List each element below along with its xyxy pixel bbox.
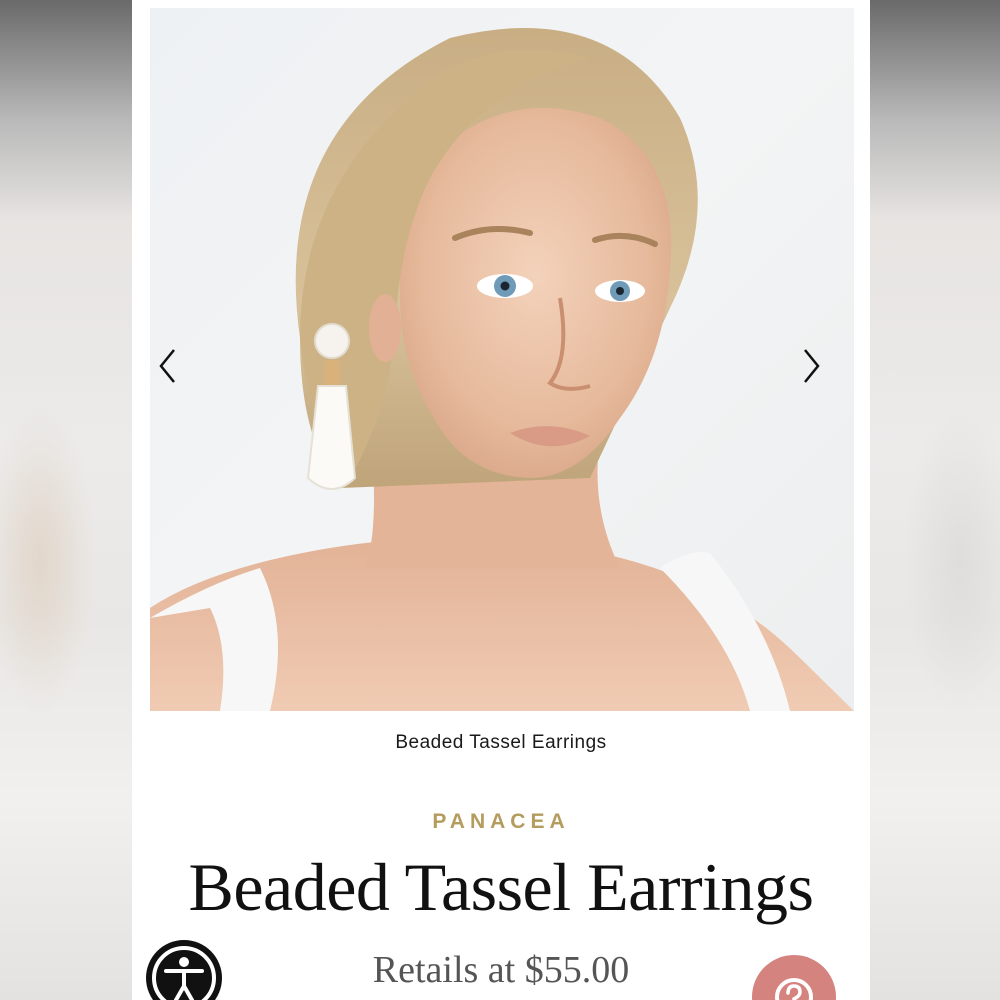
- product-page: Beaded Tassel Earrings PANACEA Beaded Ta…: [132, 0, 870, 1000]
- accessibility-icon: [152, 946, 216, 1000]
- chevron-right-icon: [804, 349, 820, 383]
- next-image-button[interactable]: [801, 348, 841, 388]
- product-photo[interactable]: [150, 8, 854, 711]
- help-chat-button[interactable]: [752, 955, 836, 1000]
- model-wearing-earrings-image: [150, 28, 854, 711]
- product-title: Beaded Tassel Earrings: [188, 849, 814, 925]
- accessibility-button[interactable]: [146, 940, 222, 1000]
- brand-name[interactable]: PANACEA: [132, 810, 870, 834]
- image-caption: Beaded Tassel Earrings: [395, 732, 607, 753]
- chevron-left-icon: [159, 349, 175, 383]
- previous-image-button[interactable]: [158, 348, 198, 388]
- question-mark-icon: [775, 978, 813, 1000]
